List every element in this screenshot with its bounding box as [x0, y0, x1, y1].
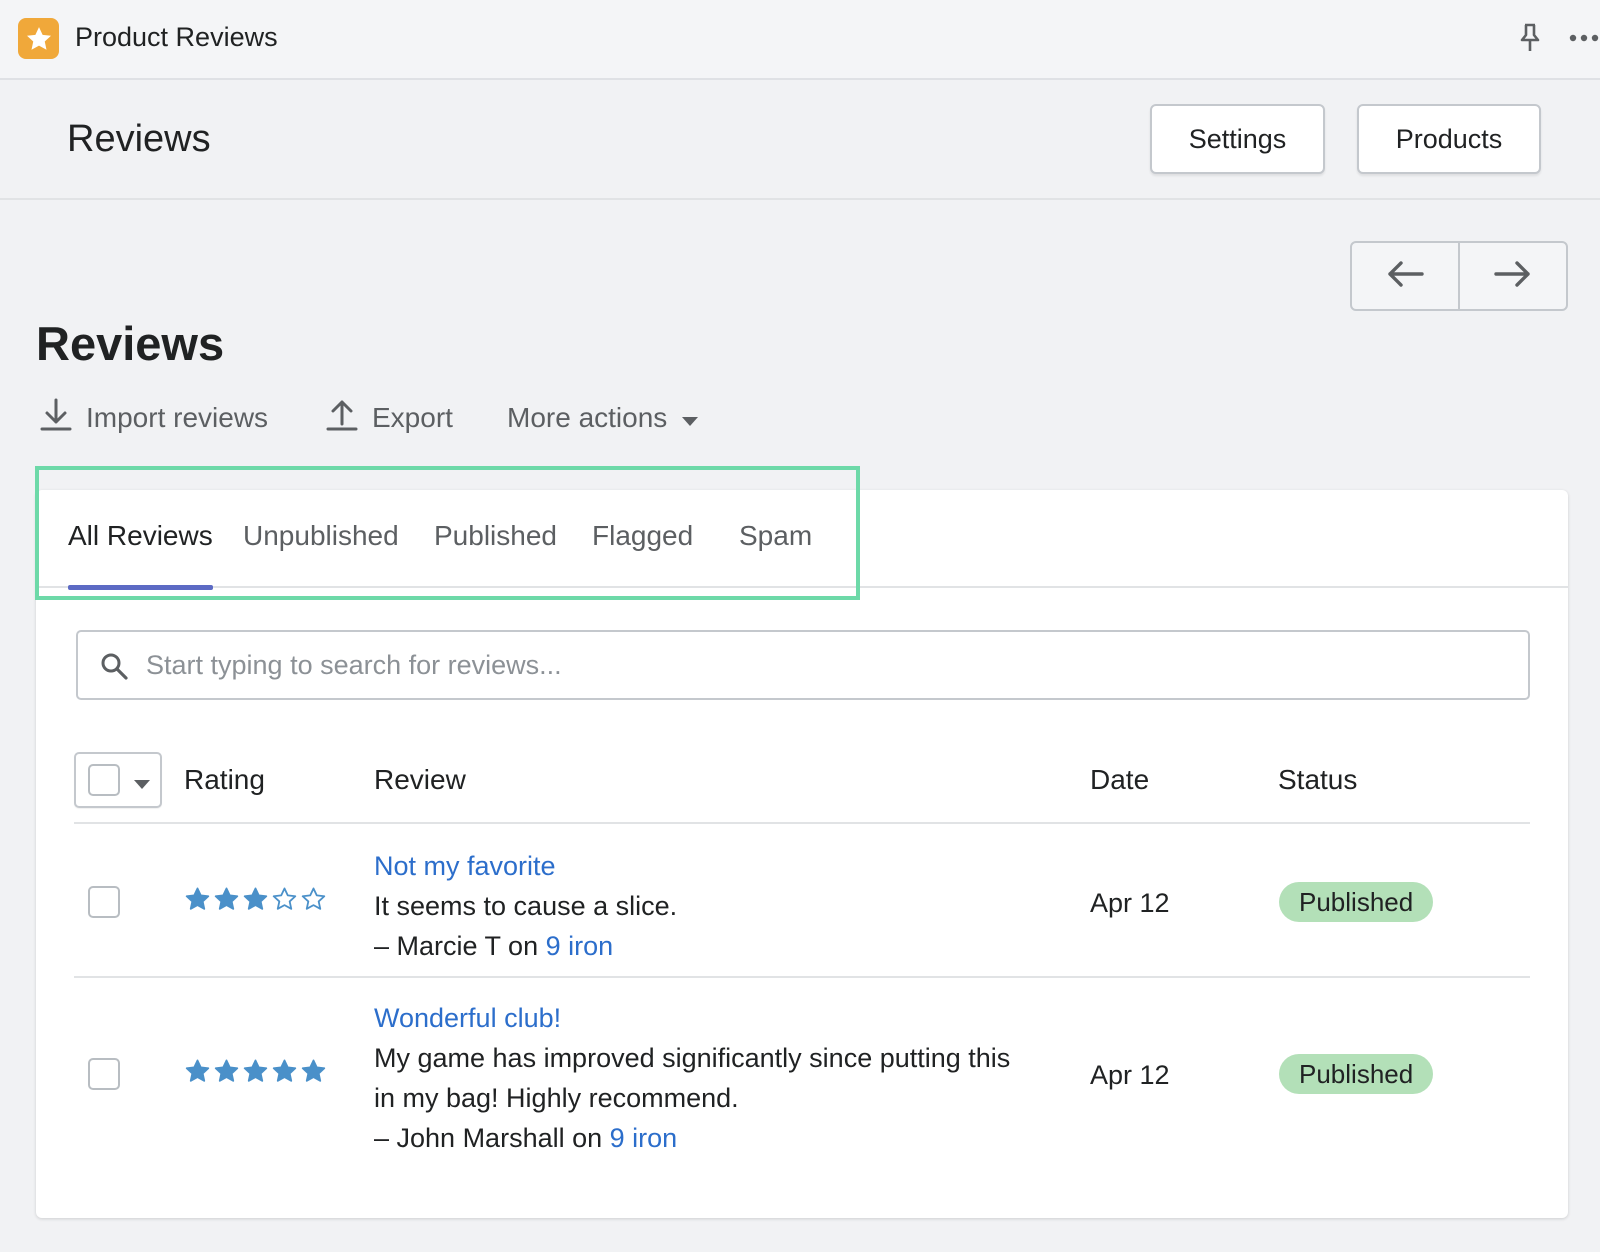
row-checkbox[interactable]	[88, 1058, 120, 1090]
star-filled-icon	[242, 886, 269, 918]
column-header-rating[interactable]: Rating	[184, 764, 265, 796]
star-filled-icon	[213, 1058, 240, 1090]
status-badge: Published	[1279, 1054, 1434, 1094]
star-empty-icon	[271, 886, 298, 918]
upload-icon	[326, 398, 358, 439]
app-bar: Product Reviews	[0, 0, 1600, 80]
products-button[interactable]: Products	[1357, 104, 1541, 174]
star-filled-icon	[184, 1058, 211, 1090]
tab-unpublished[interactable]: Unpublished	[243, 520, 399, 588]
table-header: Rating Review Date Status	[74, 752, 1530, 824]
export-label: Export	[372, 402, 453, 433]
more-actions-button[interactable]: More actions	[507, 398, 699, 438]
review-title-link[interactable]: Not my favorite	[374, 846, 1074, 886]
page-title: Reviews	[36, 317, 225, 370]
import-reviews-button[interactable]: Import reviews	[40, 398, 268, 438]
review-body-line: My game has improved significantly since…	[374, 1043, 1011, 1073]
more-actions-label: More actions	[507, 402, 668, 433]
tab-published[interactable]: Published	[434, 520, 557, 588]
review-body: It seems to cause a slice.	[374, 891, 678, 921]
review-author: – John Marshall on 9 iron	[374, 1118, 1074, 1158]
previous-page-button[interactable]	[1352, 243, 1458, 309]
bulk-select-dropdown[interactable]	[74, 752, 162, 808]
review-cell: Wonderful club! My game has improved sig…	[374, 998, 1074, 1158]
export-button[interactable]: Export	[326, 398, 453, 438]
pagination	[1350, 241, 1568, 311]
table-row[interactable]: Not my favorite It seems to cause a slic…	[74, 826, 1530, 978]
review-title-link[interactable]: Wonderful club!	[374, 998, 1074, 1038]
star-rating	[184, 1058, 327, 1090]
tab-spam[interactable]: Spam	[739, 520, 812, 588]
author-text: – John Marshall on	[374, 1123, 610, 1153]
pin-icon[interactable]	[1516, 22, 1544, 54]
column-header-date[interactable]: Date	[1090, 764, 1149, 796]
arrow-right-icon	[1493, 259, 1533, 294]
product-link[interactable]: 9 iron	[610, 1123, 678, 1153]
search-input[interactable]	[146, 632, 1516, 698]
ellipsis-icon[interactable]	[1568, 26, 1600, 50]
status-badge: Published	[1279, 882, 1434, 922]
caret-down-icon	[681, 402, 699, 434]
app-logo-star-icon	[18, 18, 59, 59]
star-filled-icon	[213, 886, 240, 918]
table-row[interactable]: Wonderful club! My game has improved sig…	[74, 978, 1530, 1172]
header-title: Reviews	[67, 118, 211, 160]
product-link[interactable]: 9 iron	[546, 931, 614, 961]
row-checkbox[interactable]	[88, 886, 120, 918]
search-box	[76, 630, 1530, 700]
review-author: – Marcie T on 9 iron	[374, 926, 1074, 966]
app-title: Product Reviews	[75, 22, 278, 52]
star-filled-icon	[184, 886, 211, 918]
review-date: Apr 12	[1090, 1060, 1170, 1090]
search-icon	[100, 652, 128, 680]
column-header-review[interactable]: Review	[374, 764, 466, 796]
tab-all-reviews[interactable]: All Reviews	[68, 520, 213, 590]
caret-down-icon	[133, 777, 151, 795]
review-cell: Not my favorite It seems to cause a slic…	[374, 846, 1074, 966]
next-page-button[interactable]	[1458, 243, 1566, 309]
sub-header: Reviews Settings Products	[0, 80, 1600, 200]
star-filled-icon	[300, 1058, 327, 1090]
star-filled-icon	[271, 1058, 298, 1090]
column-header-status[interactable]: Status	[1278, 764, 1357, 796]
review-date: Apr 12	[1090, 888, 1170, 918]
settings-button[interactable]: Settings	[1150, 104, 1325, 174]
reviews-card: All Reviews Unpublished Published Flagge…	[36, 490, 1568, 1218]
download-icon	[40, 398, 72, 439]
select-all-checkbox[interactable]	[88, 764, 120, 796]
import-reviews-label: Import reviews	[86, 402, 269, 433]
star-filled-icon	[242, 1058, 269, 1090]
author-text: – Marcie T on	[374, 931, 546, 961]
arrow-left-icon	[1385, 259, 1425, 294]
star-empty-icon	[300, 886, 327, 918]
review-body-line: in my bag! Highly recommend.	[374, 1083, 739, 1113]
tabs-bar: All Reviews Unpublished Published Flagge…	[36, 490, 1568, 590]
star-rating	[184, 886, 327, 918]
tab-flagged[interactable]: Flagged	[592, 520, 693, 588]
